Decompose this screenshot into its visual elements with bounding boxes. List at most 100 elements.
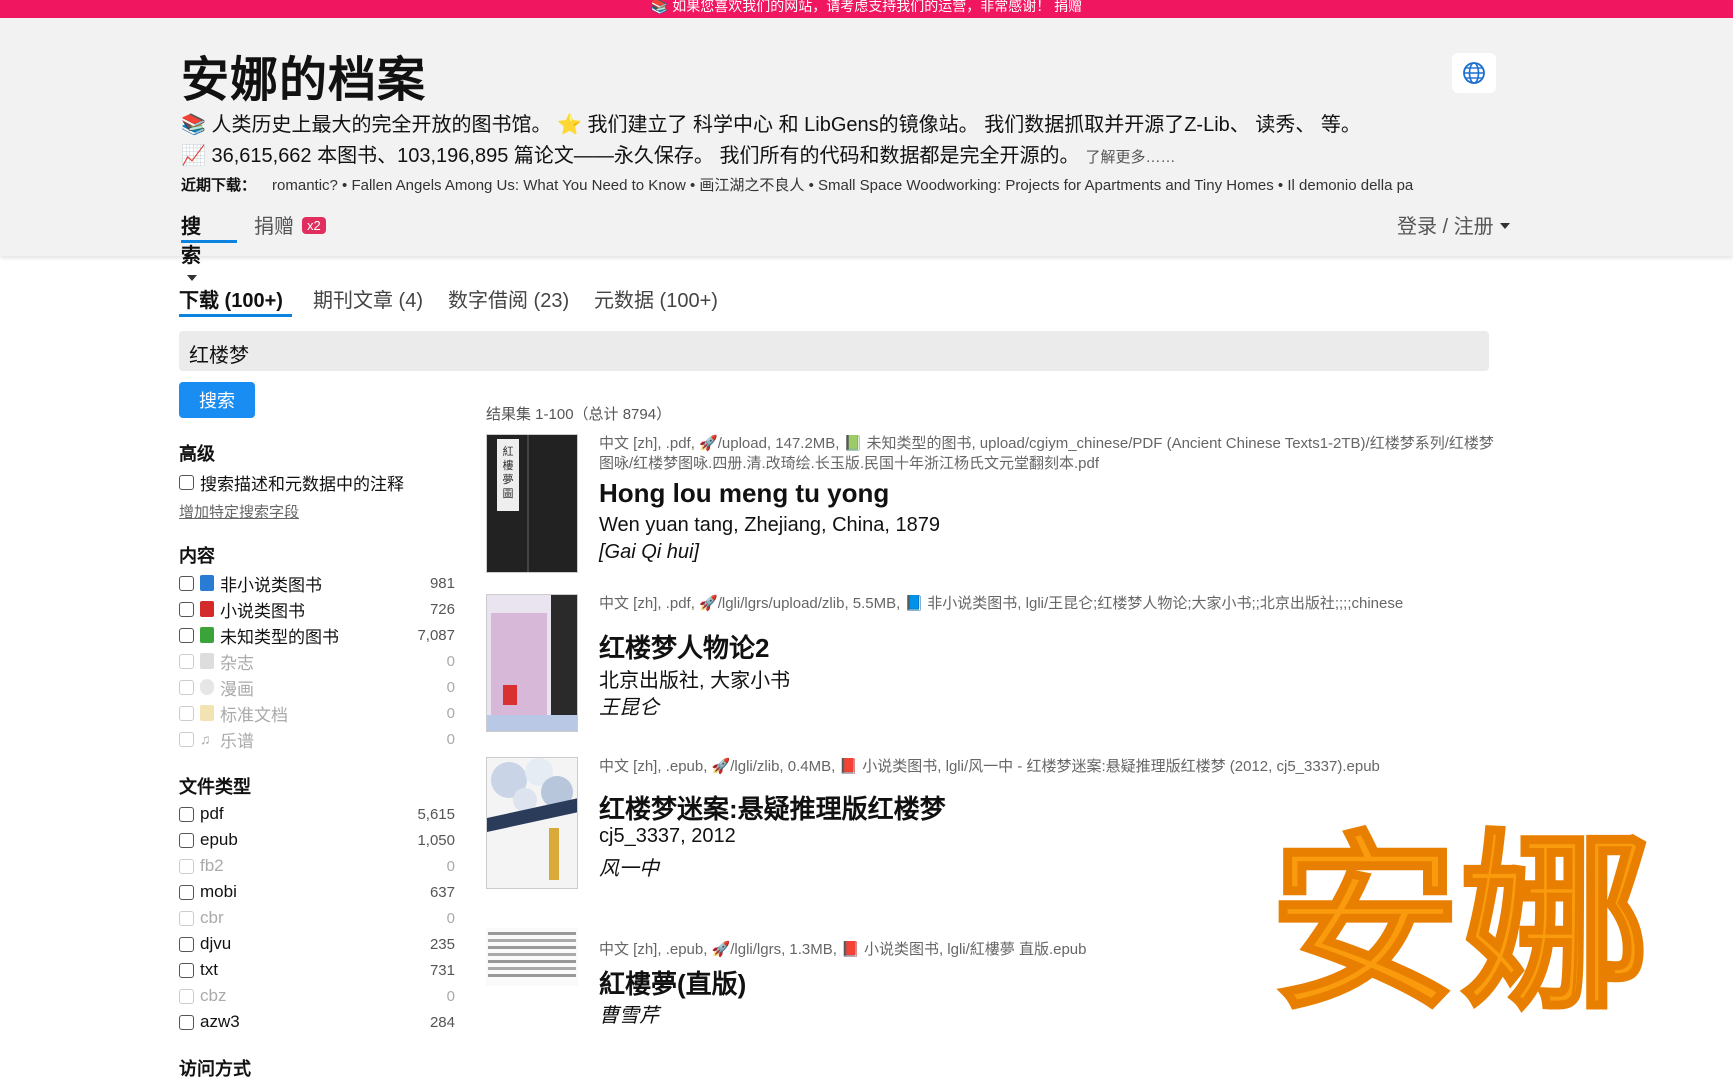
result-item[interactable]: 紅 樓 夢 圖 中文 [zh], .pdf, 🚀/upload, 147.2MB… xyxy=(486,434,1506,574)
book-cover xyxy=(486,594,578,732)
checkbox[interactable] xyxy=(179,679,194,695)
result-author: 风一中 xyxy=(599,858,659,880)
filetype-filter-pdf[interactable]: pdf 5,615 xyxy=(179,802,455,826)
book-cover: 紅 樓 夢 圖 xyxy=(486,434,578,573)
filetype-filter-azw3[interactable]: azw3 284 xyxy=(179,1010,455,1034)
filter-count: 731 xyxy=(429,961,455,979)
filter-label: 漫画 xyxy=(220,679,254,699)
filetype-filter-cbr[interactable]: cbr 0 xyxy=(179,906,455,930)
content-filter-standards[interactable]: 标准文档 0 xyxy=(179,701,455,725)
recent-downloads: 近期下载： romantic? • Fallen Angels Among Us:… xyxy=(181,174,1497,195)
tab-metadata[interactable]: 元数据 (100+) xyxy=(594,284,718,313)
result-title[interactable]: 红楼梦人物论2 xyxy=(599,628,769,665)
login-label: 登录 / 注册 xyxy=(1397,216,1494,238)
checkbox[interactable] xyxy=(179,988,194,1004)
search-button[interactable]: 搜索 xyxy=(179,382,255,418)
result-title[interactable]: Hong lou meng tu yong xyxy=(599,478,889,509)
filter-label: cbr xyxy=(200,908,224,927)
filter-count: 235 xyxy=(429,935,455,953)
checkbox[interactable] xyxy=(179,962,194,978)
green-book-icon xyxy=(200,627,214,643)
checkbox[interactable] xyxy=(179,705,194,721)
red-book-icon xyxy=(200,601,214,617)
site-header: 安娜的档案 📚 人类历史上最大的完全开放的图书馆。 ⭐️ 我们建立了 科学中心 … xyxy=(0,18,1733,281)
content-filter-music[interactable]: ♫ 乐谱 0 xyxy=(179,727,455,751)
result-title[interactable]: 红楼梦迷案:悬疑推理版红楼梦 xyxy=(599,789,946,826)
tab-journal-articles[interactable]: 期刊文章 (4) xyxy=(313,284,423,313)
filetype-filter-djvu[interactable]: djvu 235 xyxy=(179,932,455,956)
checkbox[interactable] xyxy=(179,806,194,822)
result-publisher: Wen yuan tang, Zhejiang, China, 1879 xyxy=(599,514,940,536)
site-title[interactable]: 安娜的档案 xyxy=(181,40,426,110)
svg-text:夢: 夢 xyxy=(503,473,514,486)
banner-text: 📚 如果您喜欢我们的网站，请考虑支持我们的运营，非常感谢！ 捐赠 xyxy=(650,0,1083,14)
access-title: 访问方式 xyxy=(179,1059,251,1079)
filter-label: 小说类图书 xyxy=(220,601,305,621)
advanced-option[interactable]: 搜索描述和元数据中的注释 xyxy=(179,470,455,494)
result-meta: 中文 [zh], .epub, 🚀/lgli/zlib, 0.4MB, 📕 小说… xyxy=(599,758,1380,775)
add-search-field-link[interactable]: 增加特定搜索字段 xyxy=(179,501,299,522)
filter-label: 非小说类图书 xyxy=(220,575,322,595)
filter-count: 0 xyxy=(446,857,455,875)
checkbox[interactable] xyxy=(179,627,194,643)
content-filter-unknown[interactable]: 未知类型的图书 7,087 xyxy=(179,623,455,647)
filter-label: 杂志 xyxy=(220,653,254,673)
filter-label: 标准文档 xyxy=(220,705,288,725)
checkbox[interactable] xyxy=(179,910,194,926)
checkbox[interactable] xyxy=(179,474,194,490)
advanced-option-label: 搜索描述和元数据中的注释 xyxy=(200,474,404,494)
filetype-filter-fb2[interactable]: fb2 0 xyxy=(179,854,455,878)
login-register-menu[interactable]: 登录 / 注册 xyxy=(1397,210,1510,239)
content-filter-magazine[interactable]: 杂志 0 xyxy=(179,649,455,673)
filter-count: 981 xyxy=(429,574,455,592)
filter-label: mobi xyxy=(200,882,237,901)
filetype-filter-epub[interactable]: epub 1,050 xyxy=(179,828,455,852)
content-filter-comic[interactable]: 漫画 0 xyxy=(179,675,455,699)
blue-book-icon xyxy=(200,575,214,591)
filetype-filter-txt[interactable]: txt 731 xyxy=(179,958,455,982)
language-button[interactable] xyxy=(1452,53,1496,93)
chevron-down-icon xyxy=(1499,223,1510,229)
content-filter-nonfiction[interactable]: 非小说类图书 981 xyxy=(179,571,455,595)
checkbox[interactable] xyxy=(179,1014,194,1030)
filter-count: 1,050 xyxy=(417,831,455,849)
checkbox[interactable] xyxy=(179,858,194,874)
stats-line: 📈 36,615,662 本图书、103,196,895 篇论文——永久保存。 … xyxy=(181,139,1175,168)
checkbox[interactable] xyxy=(179,575,194,591)
checkbox[interactable] xyxy=(179,601,194,617)
result-meta: 中文 [zh], .pdf, 🚀/lgli/lgrs/upload/zlib, … xyxy=(599,595,1404,612)
filter-label: djvu xyxy=(200,934,232,953)
tab-digital-lending[interactable]: 数字借阅 (23) xyxy=(448,284,569,313)
results-summary: 结果集 1-100（总计 8794） xyxy=(486,406,672,423)
filetype-filter-cbz[interactable]: cbz 0 xyxy=(179,984,455,1008)
music-note-icon: ♫ xyxy=(200,731,211,747)
filter-label: pdf xyxy=(200,804,224,823)
checkbox[interactable] xyxy=(179,653,194,669)
tab-downloads[interactable]: 下载 (100+) xyxy=(179,284,283,313)
filter-label: txt xyxy=(200,960,218,979)
learn-more-link[interactable]: 了解更多…… xyxy=(1085,149,1175,166)
nav-donate-link[interactable]: 捐赠 x2 xyxy=(254,210,326,239)
result-title[interactable]: 紅樓夢(直版) xyxy=(599,964,746,1001)
globe-icon xyxy=(1463,62,1485,84)
result-item[interactable]: 中文 [zh], .pdf, 🚀/lgli/lgrs/upload/zlib, … xyxy=(486,594,1506,734)
nav-search-menu[interactable]: 搜索 xyxy=(181,210,201,291)
checkbox[interactable] xyxy=(179,884,194,900)
memo-icon xyxy=(200,705,214,721)
content-filter-fiction[interactable]: 小说类图书 726 xyxy=(179,597,455,621)
filter-label: fb2 xyxy=(200,856,224,875)
cover-art: 紅 樓 夢 圖 xyxy=(487,435,577,572)
nav-active-indicator xyxy=(181,240,237,243)
newspaper-icon xyxy=(200,653,214,669)
search-input[interactable]: 红楼梦 xyxy=(179,331,1489,371)
stats-text: 📈 36,615,662 本图书、103,196,895 篇论文——永久保存。 … xyxy=(181,145,1080,167)
checkbox[interactable] xyxy=(179,832,194,848)
filter-count: 5,615 xyxy=(417,805,455,823)
result-publisher: 北京出版社, 大家小书 xyxy=(599,670,791,692)
filter-count: 726 xyxy=(429,600,455,618)
checkbox[interactable] xyxy=(179,731,194,747)
recent-downloads-items[interactable]: romantic? • Fallen Angels Among Us: What… xyxy=(272,177,1413,194)
filetype-title: 文件类型 xyxy=(179,777,251,797)
checkbox[interactable] xyxy=(179,936,194,952)
filetype-filter-mobi[interactable]: mobi 637 xyxy=(179,880,455,904)
